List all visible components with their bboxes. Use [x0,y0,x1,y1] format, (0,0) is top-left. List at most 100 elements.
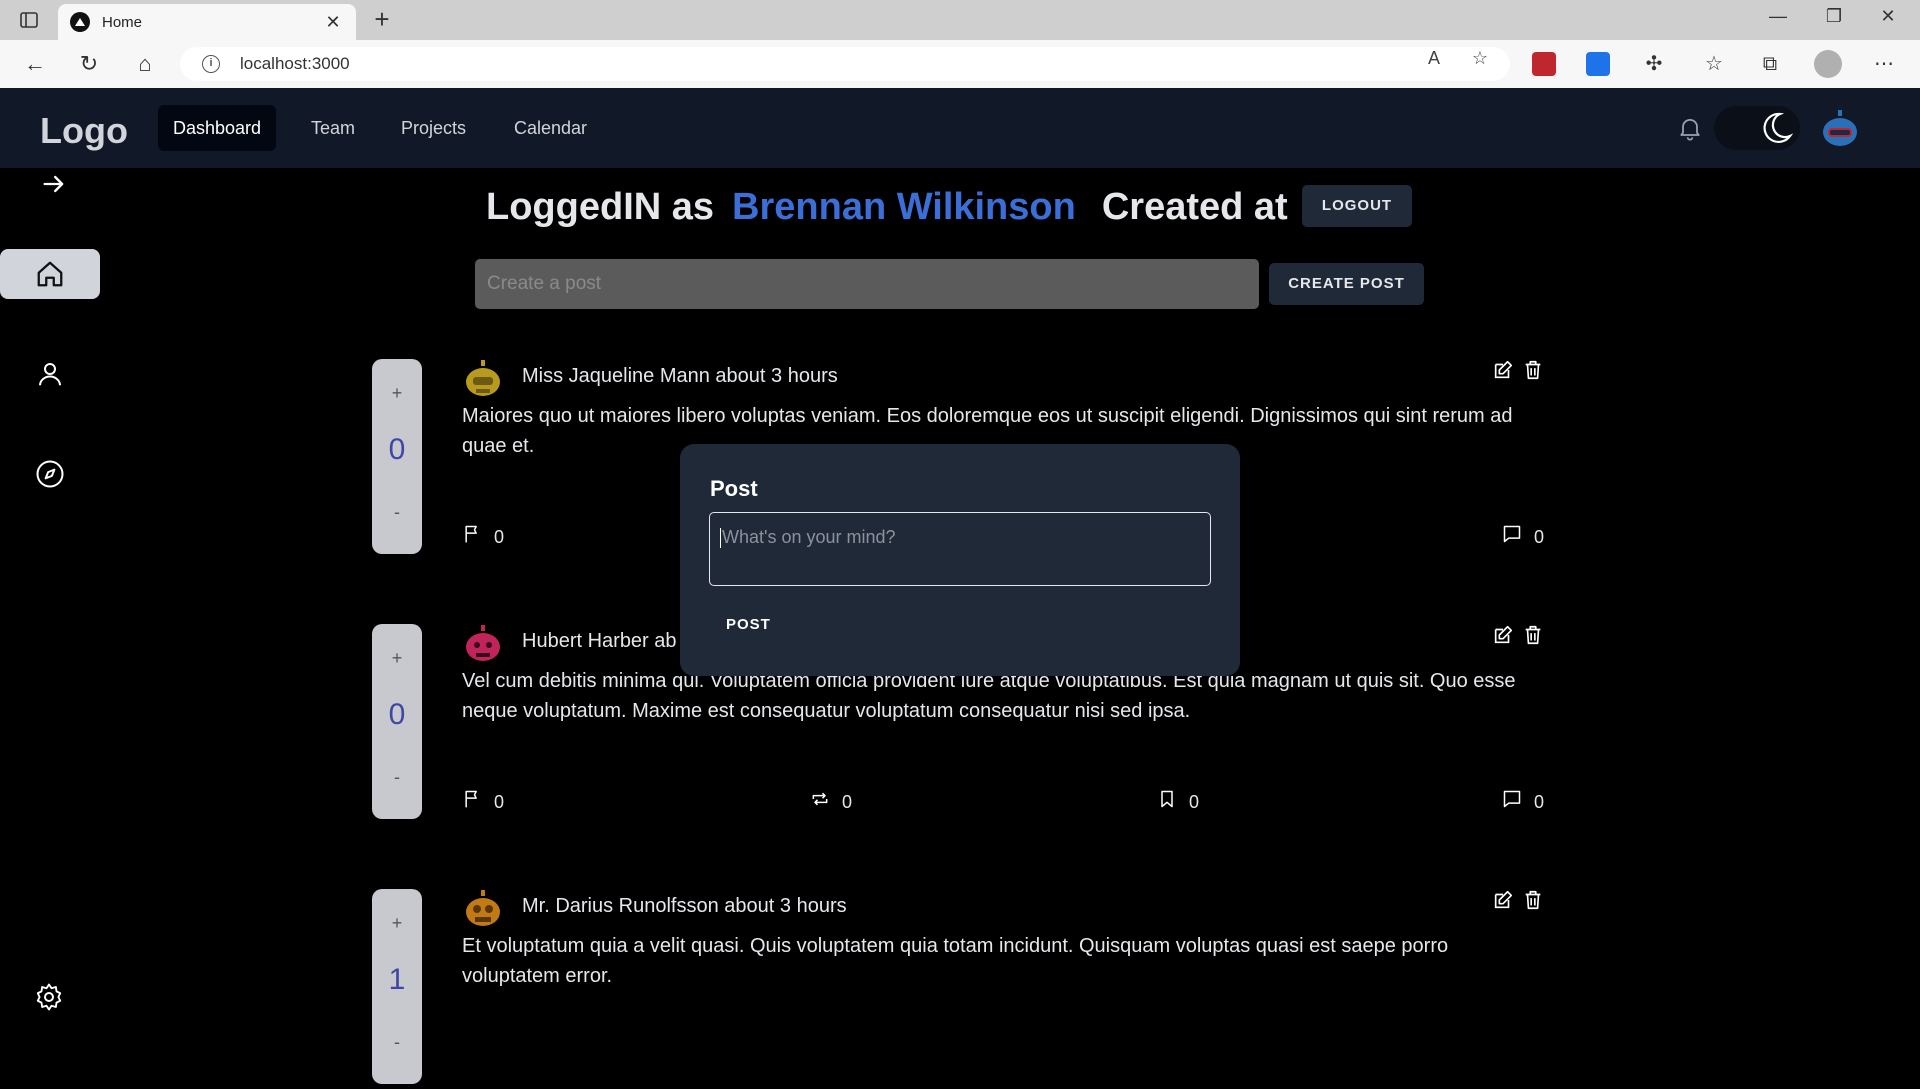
create-post-input[interactable]: Create a post [475,259,1259,309]
author-avatar [466,360,500,396]
post-textarea-placeholder: What's on your mind? [722,527,896,547]
repost-action[interactable]: 0 [810,792,852,813]
sidebar-item-home[interactable] [0,249,100,299]
url-text: localhost:3000 [240,54,350,73]
comment-icon [1503,525,1521,542]
vote-widget: + 1 - [372,889,422,1084]
flag-action[interactable]: 0 [462,525,505,548]
flag-icon [465,790,477,807]
trash-icon[interactable] [1522,359,1544,381]
logo[interactable]: Logo [40,110,128,152]
post-textarea[interactable]: What's on your mind? [709,512,1211,586]
edit-icon[interactable] [1492,889,1514,911]
user-avatar[interactable] [1820,108,1860,148]
browser-tab-bar: Home ✕ + — ❐ ✕ [0,0,1920,40]
edit-icon[interactable] [1492,359,1514,381]
theme-toggle[interactable] [1714,106,1800,150]
profile-avatar[interactable] [1814,50,1842,78]
restore-button[interactable]: ❐ [1812,6,1856,27]
post-modal: Post What's on your mind? POST [680,444,1240,676]
more-icon[interactable]: ⋯ [1870,50,1898,78]
trash-icon[interactable] [1522,624,1544,646]
vote-widget: + 0 - [372,359,422,554]
repost-icon [812,792,828,805]
flag-icon [465,525,477,542]
post-author: Miss Jaqueline Mann about 3 hours [522,365,838,387]
vote-widget: + 0 - [372,624,422,819]
favicon-icon [70,12,90,32]
nav-team[interactable]: Team [296,105,370,151]
vote-count: 0 [388,433,406,466]
comment-action[interactable]: 0 [1502,525,1545,548]
post-author: Hubert Harber ab [522,630,677,652]
read-aloud-icon[interactable]: A [1424,48,1444,69]
site-info-icon[interactable]: i [202,55,220,73]
upvote-button[interactable]: + [372,383,422,404]
greeting-heading: LoggedIN as Brennan Wilkinson Created at [486,186,1288,229]
bookmark-action[interactable]: 0 [1157,790,1200,813]
minimize-button[interactable]: — [1756,6,1800,27]
sidebar-item-profile[interactable] [0,349,100,399]
logout-button[interactable]: LOGOUT [1302,185,1412,227]
home-icon [37,261,63,287]
tab-title: Home [102,13,143,31]
edit-icon[interactable] [1492,624,1514,646]
nav-calendar[interactable]: Calendar [499,105,602,151]
reload-icon[interactable]: ↻ [76,52,102,78]
modal-title: Post [710,476,758,501]
text-caret [720,528,721,549]
comment-count: 0 [1534,792,1545,812]
post-body: Et voluptatum quia a velit quasi. Quis v… [462,935,1449,987]
nav-dashboard[interactable]: Dashboard [158,105,277,151]
moon-icon [1763,112,1794,143]
trash-icon[interactable] [1522,889,1544,911]
post-button[interactable]: POST [726,616,771,633]
vote-count: 1 [388,963,406,996]
comment-action[interactable]: 0 [1502,790,1545,813]
extension-translate-icon[interactable] [1586,52,1610,76]
comment-count: 0 [1534,527,1545,547]
tab-actions-icon[interactable] [14,8,44,32]
user-icon [39,363,61,386]
logged-in-label: LoggedIN as [486,186,715,228]
nav-projects[interactable]: Projects [386,105,481,151]
upvote-button[interactable]: + [372,648,422,669]
create-post-button[interactable]: CREATE POST [1269,263,1424,305]
compass-icon [36,460,64,488]
flag-count: 0 [494,527,505,547]
close-tab-icon[interactable]: ✕ [322,12,344,33]
comment-icon [1503,790,1521,807]
downvote-button[interactable]: - [372,767,422,788]
author-avatar [466,890,500,926]
address-bar[interactable]: i localhost:3000 [180,47,1510,81]
extensions-icon[interactable]: ✣ [1640,50,1668,78]
flag-count: 0 [494,792,505,812]
post-author: Mr. Darius Runolfsson about 3 hours [522,895,847,917]
repost-count: 0 [842,792,853,812]
flag-action[interactable]: 0 [462,790,505,813]
home-icon[interactable]: ⌂ [132,52,158,78]
settings-icon[interactable] [34,982,64,1012]
bookmark-icon [1161,790,1173,807]
extension-pdf-icon[interactable] [1532,52,1556,76]
post-card: + 1 - Mr. Darius Runolfsson about 3 hour… [372,889,1552,1089]
upvote-button[interactable]: + [372,913,422,934]
back-icon[interactable]: ← [22,52,48,78]
bookmark-count: 0 [1189,792,1200,812]
close-window-button[interactable]: ✕ [1866,6,1910,27]
downvote-button[interactable]: - [372,502,422,523]
downvote-button[interactable]: - [372,1032,422,1053]
new-tab-button[interactable]: + [368,6,396,34]
collections-icon[interactable]: ⧉ [1756,50,1784,78]
expand-arrow-icon[interactable] [40,170,68,198]
favorite-icon[interactable]: ☆ [1470,48,1490,69]
author-avatar [466,625,500,661]
sidebar-item-explore[interactable] [0,449,100,499]
app-navbar: Logo Dashboard Team Projects Calendar [0,88,1920,168]
browser-tab[interactable]: Home ✕ [58,4,356,40]
bell-icon[interactable] [1676,114,1704,142]
favorites-icon[interactable]: ☆ [1700,50,1728,78]
browser-toolbar: ← ↻ ⌂ i localhost:3000 A ☆ ✣ ☆ ⧉ ⋯ [0,40,1920,88]
username: Brennan Wilkinson [732,186,1076,228]
vote-count: 0 [388,698,406,731]
